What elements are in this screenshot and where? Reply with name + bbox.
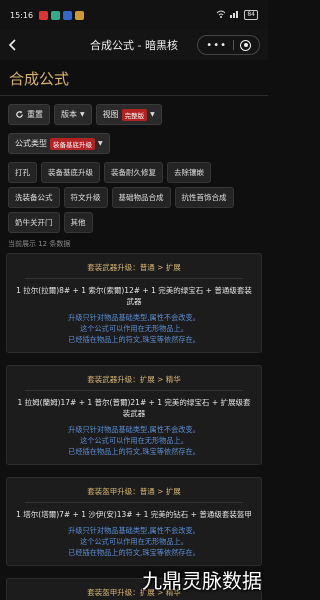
chip-other[interactable]: 其他 <box>63 212 93 233</box>
recipe-title: 套装盔甲升级：普通 > 扩展 <box>87 487 181 496</box>
view-mode-badge: 完整版 <box>121 108 148 121</box>
divider <box>25 502 243 503</box>
chip-basic-items[interactable]: 基础物品合成 <box>111 187 171 208</box>
reset-button[interactable]: 重置 <box>8 104 50 125</box>
back-arrow-icon[interactable] <box>8 36 28 55</box>
recipe-ingredients: 1 拉姆(蘭姆)17# + 1 普尔(普爾)21# + 1 完美的绿宝石 + 扩… <box>17 398 251 418</box>
status-bar: 15:16 84 <box>0 0 268 30</box>
recipe-title: 套装武器升级：普通 > 扩展 <box>87 263 181 272</box>
nav-bar: 合成公式 - 暗黑核 ••• <box>0 30 268 60</box>
recipe-note: 已经插在物品上的符文,珠宝等依然存在。 <box>68 335 200 344</box>
caret-down-icon: ▼ <box>80 111 85 118</box>
toolbar: 重置 版本 ▼ 视图 完整版 ▼ <box>0 96 268 125</box>
filter-row: 公式类型 装备基底升级 ▼ <box>0 125 268 154</box>
app-notification-icon <box>51 10 61 20</box>
recipe-note: 已经插在物品上的符文,珠宝等依然存在。 <box>68 447 200 456</box>
clock: 15:16 <box>10 10 34 20</box>
recipe-note: 升级只针对物品基础类型,属性不会改变。 <box>68 526 200 535</box>
chip-resist-jewelry[interactable]: 抗性首饰合成 <box>174 187 234 208</box>
chip-rune-upgrade[interactable]: 符文升级 <box>63 187 108 208</box>
notification-icons <box>39 10 85 20</box>
category-chips: 打孔 装备基底升级 装备耐久修复 去除镶嵌 洗装备公式 符文升级 基础物品合成 … <box>0 154 268 233</box>
reset-button-label: 重置 <box>27 110 43 119</box>
recipe-note: 升级只针对物品基础类型,属性不会改变。 <box>68 425 200 434</box>
watermark: 九鼎灵脉数据 <box>142 569 262 593</box>
chip-socket[interactable]: 打孔 <box>8 162 37 183</box>
wifi-icon <box>216 10 226 20</box>
app-notification-icon <box>75 10 85 20</box>
view-dropdown-label: 视图 <box>102 110 119 119</box>
refresh-icon <box>16 110 23 118</box>
mini-program-capsule: ••• <box>197 35 260 55</box>
formula-type-badge: 装备基底升级 <box>50 137 95 150</box>
app-notification-icon <box>63 10 73 20</box>
chip-base-upgrade[interactable]: 装备基底升级 <box>41 162 100 183</box>
formula-type-dropdown[interactable]: 公式类型 装备基底升级 ▼ <box>8 133 110 154</box>
recipe-card[interactable]: 套装盔甲升级：普通 > 扩展 1 塔尔(塔爾)7# + 1 沙伊(安)13# +… <box>6 477 262 566</box>
view-dropdown[interactable]: 视图 完整版 ▼ <box>95 104 162 125</box>
recipe-note: 这个公式可以作用在无形物品上。 <box>80 324 188 333</box>
recipe-notes: 升级只针对物品基础类型,属性不会改变。 这个公式可以作用在无形物品上。 已经插在… <box>15 525 253 558</box>
app-notification-icon <box>39 10 49 20</box>
recipe-ingredients: 1 拉尔(拉爾)8# + 1 索尔(索爾)12# + 1 完美的绿宝石 + 普通… <box>16 286 252 306</box>
chip-reroll[interactable]: 洗装备公式 <box>8 187 60 208</box>
system-indicators: 84 <box>216 10 258 20</box>
result-count: 当前展示 12 条数据 <box>8 240 71 248</box>
chip-unsocket[interactable]: 去除镶嵌 <box>167 162 211 183</box>
recipe-notes: 升级只针对物品基础类型,属性不会改变。 这个公式可以作用在无形物品上。 已经插在… <box>15 312 253 345</box>
recipe-notes: 升级只针对物品基础类型,属性不会改变。 这个公式可以作用在无形物品上。 已经插在… <box>15 424 253 457</box>
recipe-note: 这个公式可以作用在无形物品上。 <box>80 537 188 546</box>
recipe-list: 套装武器升级：普通 > 扩展 1 拉尔(拉爾)8# + 1 索尔(索爾)12# … <box>0 253 268 600</box>
caret-down-icon: ▼ <box>150 111 155 118</box>
signal-icon <box>230 10 240 20</box>
formula-type-label: 公式类型 <box>15 139 47 148</box>
recipe-note: 已经插在物品上的符文,珠宝等依然存在。 <box>68 548 200 557</box>
recipe-card[interactable]: 套装武器升级：扩展 > 精华 1 拉姆(蘭姆)17# + 1 普尔(普爾)21#… <box>6 365 262 465</box>
divider <box>25 278 243 279</box>
chip-cow-level[interactable]: 奶牛关开门 <box>8 212 60 233</box>
recipe-title: 套装武器升级：扩展 > 精华 <box>87 375 181 384</box>
version-dropdown[interactable]: 版本 ▼ <box>54 104 92 125</box>
divider <box>25 390 243 391</box>
more-options-icon[interactable]: ••• <box>206 40 227 51</box>
caret-down-icon: ▼ <box>98 140 103 147</box>
capsule-divider <box>233 40 234 50</box>
recipe-ingredients: 1 塔尔(塔爾)7# + 1 沙伊(安)13# + 1 完美的钻石 + 普通级套… <box>16 510 252 519</box>
chip-repair[interactable]: 装备耐久修复 <box>104 162 163 183</box>
recipe-note: 这个公式可以作用在无形物品上。 <box>80 436 188 445</box>
page-title: 合成公式 <box>0 60 268 96</box>
close-mini-program-icon[interactable] <box>240 39 251 51</box>
battery-icon: 84 <box>244 10 258 20</box>
recipe-note: 升级只针对物品基础类型,属性不会改变。 <box>68 313 200 322</box>
recipe-card[interactable]: 套装武器升级：普通 > 扩展 1 拉尔(拉爾)8# + 1 索尔(索爾)12# … <box>6 253 262 353</box>
version-dropdown-label: 版本 <box>61 110 77 119</box>
